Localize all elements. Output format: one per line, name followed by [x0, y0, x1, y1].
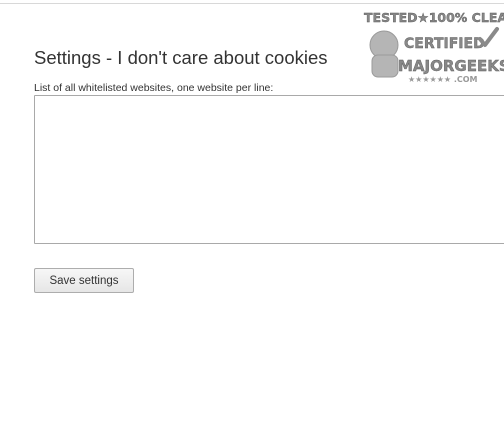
top-divider [0, 3, 504, 4]
watermark-certified-text: CERTIFIED [404, 36, 485, 52]
majorgeeks-watermark: TESTED★100% CLEAN CERTIFIED MAJORGEEKS ★… [362, 7, 504, 85]
mascot-icon [369, 30, 399, 78]
whitelist-label: List of all whitelisted websites, one we… [34, 82, 274, 94]
save-settings-button[interactable]: Save settings [34, 268, 134, 293]
watermark-majorgeeks-text: MAJORGEEKS [398, 57, 504, 75]
watermark-tested-text: TESTED★100% CLEAN [364, 10, 504, 25]
page-title: Settings - I don't care about cookies [34, 47, 328, 68]
whitelist-textarea[interactable] [34, 95, 504, 244]
watermark-com-text: ★★★★★★ .COM [408, 75, 478, 84]
